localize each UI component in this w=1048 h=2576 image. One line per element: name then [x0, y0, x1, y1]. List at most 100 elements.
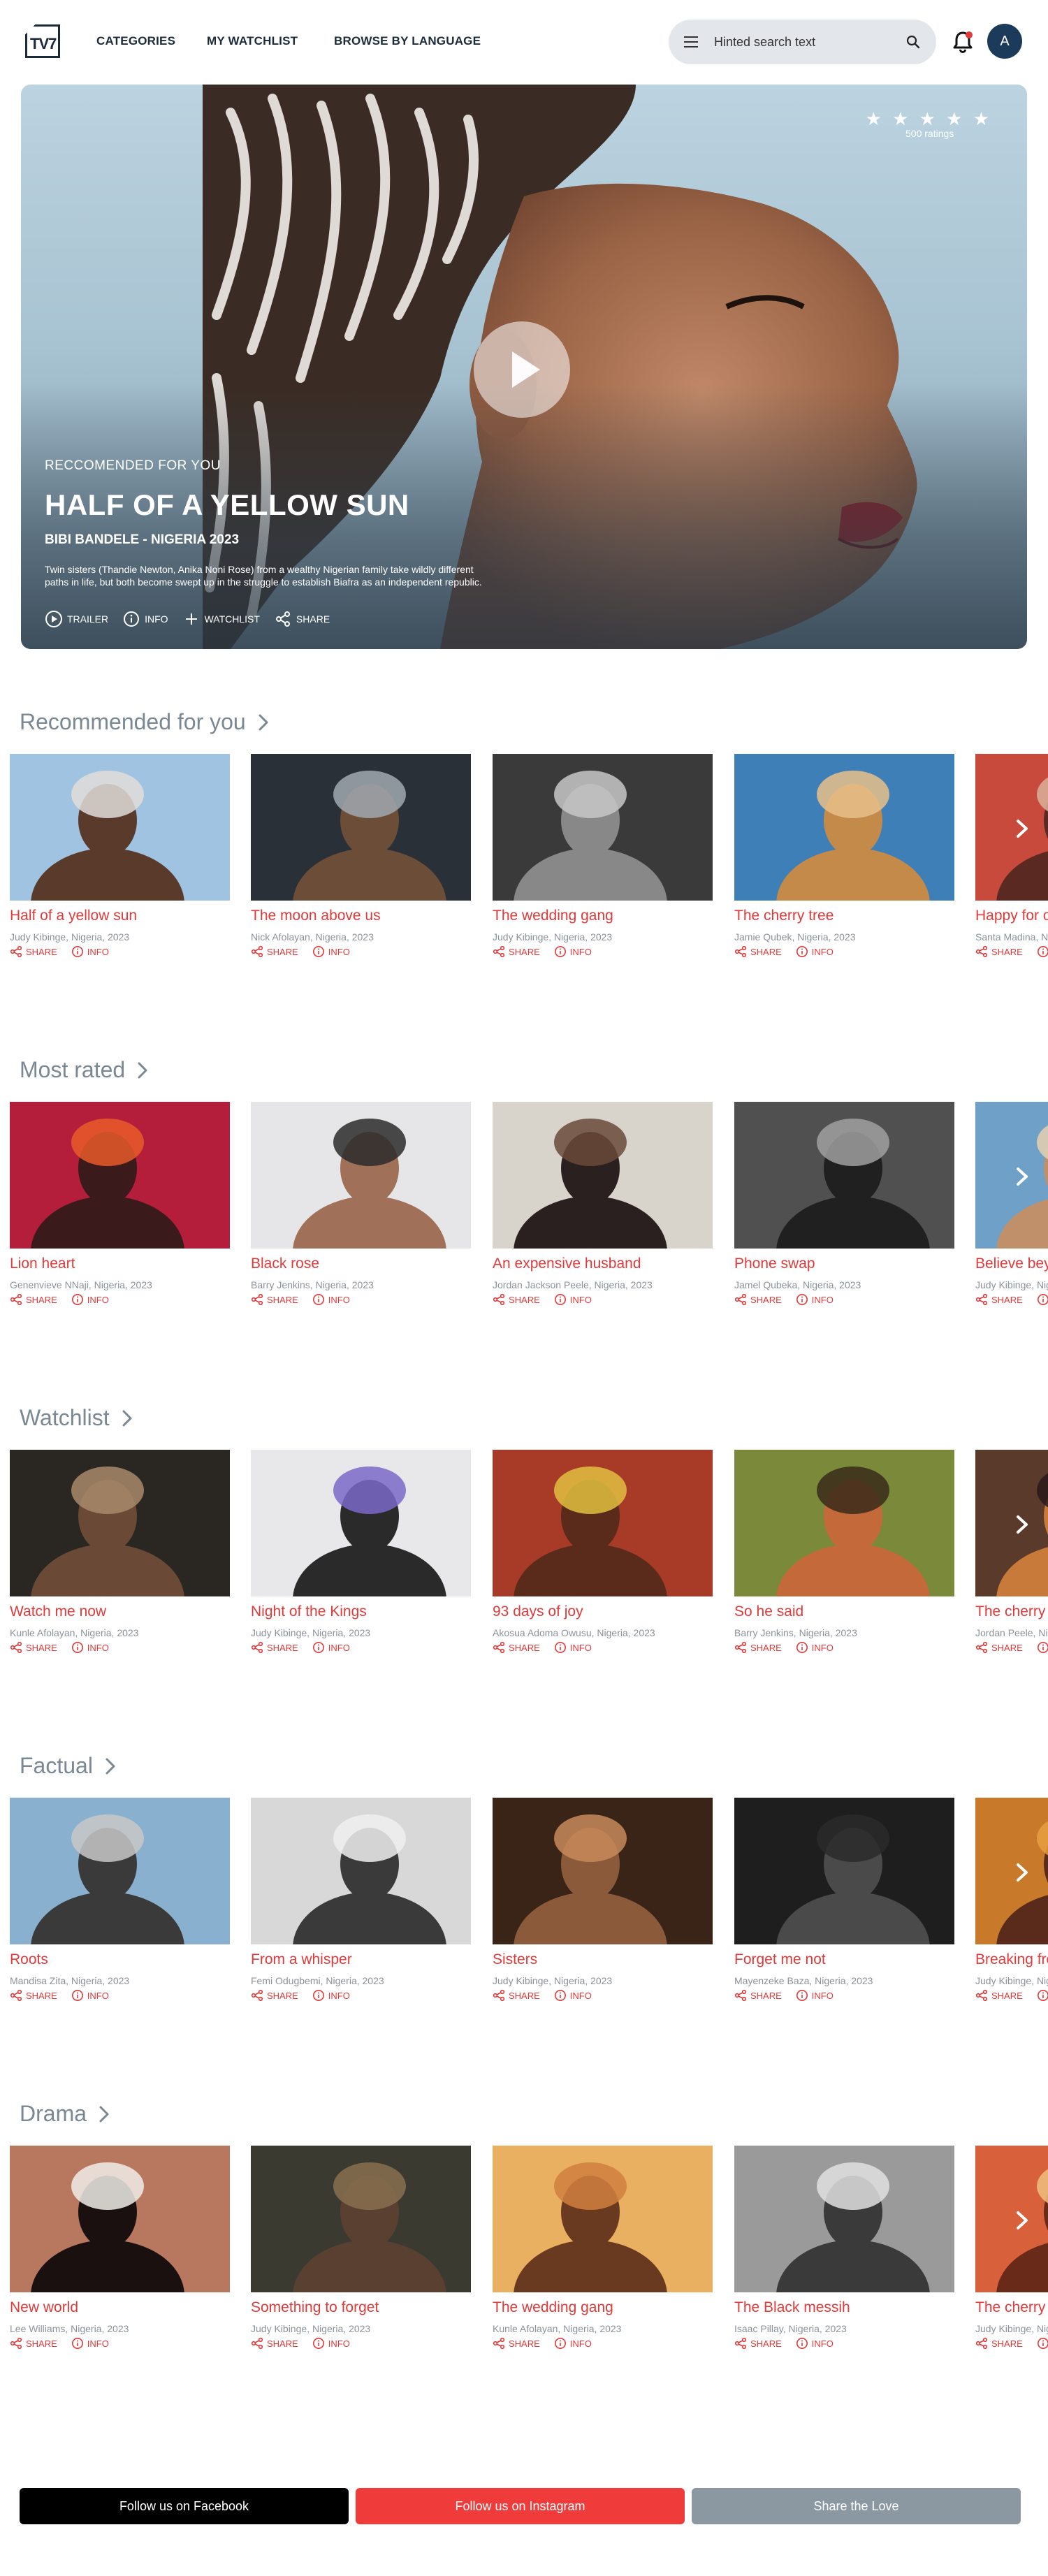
card-info-button[interactable]: INFO [71, 2337, 109, 2350]
card-info-button[interactable]: INFO [71, 945, 109, 958]
card-share-button[interactable]: SHARE [975, 945, 1023, 958]
card-info-button[interactable]: INFO [554, 1989, 592, 2002]
card-info-button[interactable]: INFO [554, 1293, 592, 1306]
movie-title[interactable]: An expensive husband [493, 1256, 713, 1272]
card-share-button[interactable]: SHARE [493, 2337, 540, 2350]
nav-browse-by-language[interactable]: BROWSE BY LANGUAGE [334, 34, 481, 48]
movie-card[interactable]: So he said Barry Jenkins, Nigeria, 2023 SH… [734, 1450, 954, 1654]
carousel-next-arrow-icon[interactable] [1010, 2208, 1033, 2232]
play-button[interactable] [474, 321, 570, 418]
carousel-next-arrow-icon[interactable] [1010, 817, 1033, 841]
movie-title[interactable]: The cherry tree [734, 908, 954, 924]
card-share-button[interactable]: SHARE [493, 945, 540, 958]
card-share-button[interactable]: SHARE [251, 2337, 298, 2350]
movie-title[interactable]: Half of a yellow sun [10, 908, 230, 924]
card-share-button[interactable]: SHARE [734, 2337, 782, 2350]
movie-card[interactable]: The moon above us Nick Afolayan, Nigeria,… [251, 754, 471, 958]
movie-thumbnail[interactable] [251, 1102, 471, 1249]
movie-card[interactable]: Something to forget Judy Kibinge, Nigeria… [251, 2146, 471, 2350]
movie-card[interactable]: Lion heart Genenvieve NNaji, Nigeria, 202… [10, 1102, 230, 1306]
movie-card[interactable]: The cherry tree Jordan Peele, Nigeria, 20… [975, 1450, 1048, 1654]
movie-title[interactable]: Night of the Kings [251, 1603, 471, 1620]
movie-thumbnail[interactable] [493, 2146, 713, 2292]
avatar[interactable]: A [987, 24, 1022, 59]
card-share-button[interactable]: SHARE [493, 1641, 540, 1654]
carousel-next-arrow-icon[interactable] [1010, 1861, 1033, 1884]
movie-card[interactable]: Night of the Kings Judy Kibinge, Nigeria,… [251, 1450, 471, 1654]
movie-card[interactable]: Phone swap Jamel Qubeka, Nigeria, 2023 SHA… [734, 1102, 954, 1306]
trailer-button[interactable]: TRAILER [45, 610, 108, 628]
movie-thumbnail[interactable] [10, 2146, 230, 2292]
movie-card[interactable]: New world Lee Williams, Nigeria, 2023 SHAR… [10, 2146, 230, 2350]
card-info-button[interactable]: INFO [312, 1641, 350, 1654]
movie-card[interactable]: From a whisper Femi Odugbemi, Nigeria, 20… [251, 1798, 471, 2002]
section-title[interactable]: Most rated [20, 1057, 150, 1083]
movie-thumbnail[interactable] [10, 1798, 230, 1944]
movie-title[interactable]: The wedding gang [493, 2299, 713, 2316]
movie-thumbnail[interactable] [734, 754, 954, 901]
movie-card[interactable]: Sisters Judy Kibinge, Nigeria, 2023 SHARE I… [493, 1798, 713, 2002]
card-info-button[interactable]: INFO [1037, 1293, 1048, 1306]
movie-title[interactable]: Black rose [251, 1256, 471, 1272]
section-title[interactable]: Factual [20, 1753, 118, 1779]
movie-thumbnail[interactable] [251, 754, 471, 901]
card-share-button[interactable]: SHARE [734, 1293, 782, 1306]
card-share-button[interactable]: SHARE [975, 2337, 1023, 2350]
movie-title[interactable]: Happy for once [975, 908, 1048, 924]
card-share-button[interactable]: SHARE [251, 1293, 298, 1306]
card-share-button[interactable]: SHARE [10, 2337, 57, 2350]
card-share-button[interactable]: SHARE [975, 1293, 1023, 1306]
movie-card[interactable]: Roots Mandisa Zita, Nigeria, 2023 SHARE INF… [10, 1798, 230, 2002]
movie-title[interactable]: Phone swap [734, 1256, 954, 1272]
card-share-button[interactable]: SHARE [493, 1989, 540, 2002]
search-icon[interactable] [906, 35, 920, 49]
movie-thumbnail[interactable] [734, 1102, 954, 1249]
movie-card[interactable]: The cherry tree Judy Kibinge, Nigeria, 20… [975, 2146, 1048, 2350]
movie-title[interactable]: The cherry tree [975, 2299, 1048, 2316]
carousel-next-arrow-icon[interactable] [1010, 1513, 1033, 1536]
movie-title[interactable]: Forget me not [734, 1951, 954, 1968]
card-info-button[interactable]: INFO [554, 945, 592, 958]
menu-icon[interactable] [684, 36, 698, 48]
instagram-button[interactable]: Follow us on Instagram [356, 2488, 685, 2524]
movie-title[interactable]: The cherry tree [975, 1603, 1048, 1620]
section-title[interactable]: Watchlist [20, 1405, 135, 1431]
movie-card[interactable]: The Black messih Isaac Pillay, Nigeria, 2… [734, 2146, 954, 2350]
share-button[interactable]: SHARE [274, 610, 330, 628]
movie-thumbnail[interactable] [734, 2146, 954, 2292]
section-title[interactable]: Drama [20, 2101, 112, 2127]
card-share-button[interactable]: SHARE [734, 1641, 782, 1654]
card-info-button[interactable]: INFO [796, 945, 834, 958]
card-info-button[interactable]: INFO [1037, 1989, 1048, 2002]
movie-card[interactable]: 93 days of joy Akosua Adoma Owusu, Nigeri… [493, 1450, 713, 1654]
movie-title[interactable]: So he said [734, 1603, 954, 1620]
facebook-button[interactable]: Follow us on Facebook [20, 2488, 349, 2524]
movie-title[interactable]: Breaking free [975, 1951, 1048, 1968]
movie-title[interactable]: The wedding gang [493, 908, 713, 924]
tv7-logo[interactable]: TV7 [25, 24, 60, 58]
movie-thumbnail[interactable] [493, 1450, 713, 1596]
card-info-button[interactable]: INFO [796, 2337, 834, 2350]
movie-card[interactable]: The wedding gang Judy Kibinge, Nigeria, 2… [493, 754, 713, 958]
movie-card[interactable]: The wedding gang Kunle Afolayan, Nigeria,… [493, 2146, 713, 2350]
movie-card[interactable]: The cherry tree Jamie Qubek, Nigeria, 202… [734, 754, 954, 958]
card-share-button[interactable]: SHARE [10, 1641, 57, 1654]
movie-card[interactable]: Believe beyond Judy Kibinge, Nigeria, 202… [975, 1102, 1048, 1306]
card-info-button[interactable]: INFO [312, 2337, 350, 2350]
search-bar[interactable] [669, 20, 936, 64]
section-title[interactable]: Recommended for you [20, 709, 271, 735]
card-info-button[interactable]: INFO [312, 945, 350, 958]
nav-categories[interactable]: CATEGORIES [96, 34, 175, 48]
card-info-button[interactable]: INFO [71, 1293, 109, 1306]
movie-card[interactable]: Black rose Barry Jenkins, Nigeria, 2023 SH… [251, 1102, 471, 1306]
card-info-button[interactable]: INFO [796, 1293, 834, 1306]
watchlist-button[interactable]: WATCHLIST [182, 610, 260, 628]
share-love-button[interactable]: Share the Love [692, 2488, 1021, 2524]
movie-title[interactable]: The Black messih [734, 2299, 954, 2316]
info-button[interactable]: INFO [122, 610, 168, 628]
card-info-button[interactable]: INFO [1037, 1641, 1048, 1654]
card-share-button[interactable]: SHARE [10, 1293, 57, 1306]
card-share-button[interactable]: SHARE [251, 1641, 298, 1654]
movie-card[interactable]: Watch me now Kunle Afolayan, Nigeria, 202… [10, 1450, 230, 1654]
movie-title[interactable]: Believe beyond [975, 1256, 1048, 1272]
